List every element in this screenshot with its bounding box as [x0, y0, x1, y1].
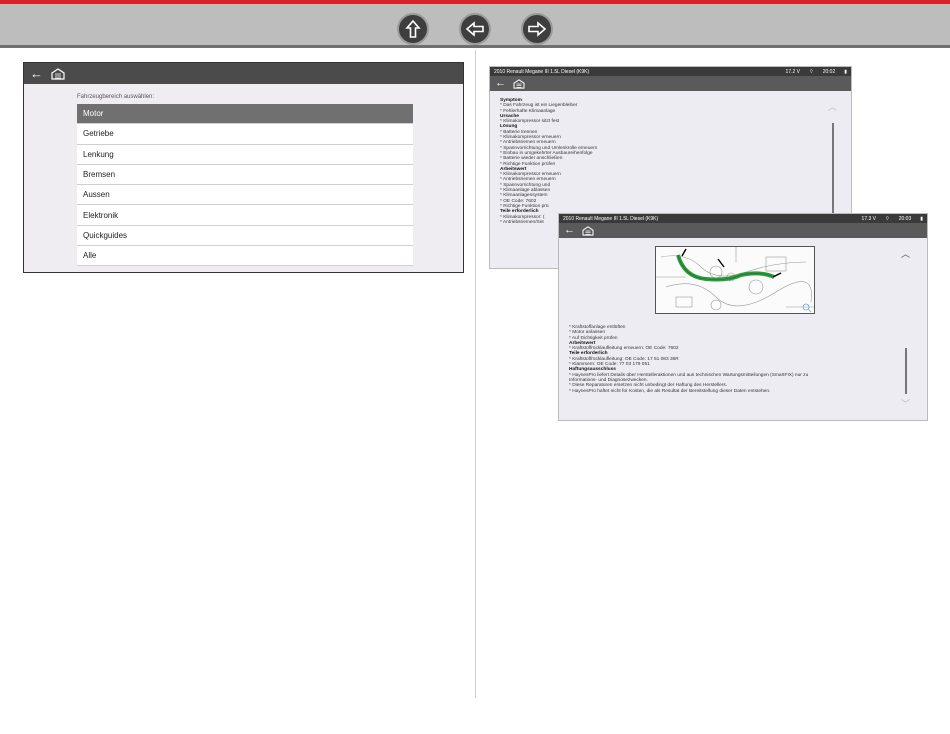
clock-readout: 20:02 — [822, 68, 836, 75]
wifi-icon: ⌔ — [885, 215, 890, 222]
repair-info-screen-front: 2010 Renault Megane III 1.5L Diesel (K9K… — [558, 213, 928, 421]
text-line: * HaynesPro haftet nicht für Kosten, die… — [569, 388, 771, 394]
battery-icon: ▮ — [920, 215, 923, 222]
battery-icon: ▮ — [844, 68, 847, 75]
app-bar: ← — [559, 223, 927, 238]
scroll-up-icon[interactable]: ︿ — [828, 100, 837, 113]
app-bar: ← — [490, 76, 851, 91]
status-bar: 2010 Renault Megane III 1.5L Diesel (K9K… — [490, 67, 851, 76]
status-bar: 2010 Renault Megane III 1.5L Diesel (K9K… — [559, 214, 927, 223]
menu-item-aussen[interactable]: Aussen — [77, 185, 413, 206]
menu-item-elektronik[interactable]: Elektronik — [77, 205, 413, 226]
menu-item-quickguides[interactable]: Quickguides — [77, 225, 413, 247]
back-arrow-icon[interactable]: ← — [564, 225, 575, 236]
menu-item-bremsen[interactable]: Bremsen — [77, 164, 413, 186]
arrow-up-icon — [405, 19, 421, 38]
menu-item-lenkung[interactable]: Lenkung — [77, 144, 413, 165]
vehicle-title: 2010 Renault Megane III 1.5L Diesel (K9K… — [563, 215, 659, 222]
vehicle-area-screen: ← Fahrzeugbereich auswählen: Motor Getrie… — [23, 62, 464, 273]
select-area-label: Fahrzeugbereich auswählen: — [77, 94, 155, 100]
back-arrow-icon[interactable]: ← — [30, 67, 43, 80]
arrow-right-icon — [528, 21, 547, 37]
garage-home-icon[interactable] — [513, 78, 525, 89]
top-toolbar — [0, 4, 950, 45]
wifi-icon: ⌔ — [809, 68, 814, 75]
scrollbar[interactable] — [832, 123, 834, 223]
repair-text: * Kraftstoffanlage entlüften * Motor anla… — [559, 318, 927, 401]
garage-home-icon[interactable] — [51, 67, 65, 80]
app-bar: ← — [24, 63, 463, 84]
back-button[interactable] — [459, 13, 491, 45]
toolbar-shadow — [0, 45, 950, 48]
clock-readout: 20:03 — [898, 215, 912, 222]
engine-diagram-image[interactable] — [655, 246, 815, 314]
scroll-up-icon[interactable]: ︿ — [901, 247, 910, 260]
up-button[interactable] — [397, 13, 429, 45]
menu-item-getriebe[interactable]: Getriebe — [77, 124, 413, 145]
voltage-readout: 17.3 V — [861, 215, 877, 222]
vehicle-title: 2010 Renault Megane III 1.5L Diesel (K9K… — [494, 68, 590, 75]
menu-item-alle[interactable]: Alle — [77, 246, 413, 267]
scrollbar[interactable] — [905, 348, 907, 394]
garage-home-icon[interactable] — [582, 225, 594, 236]
voltage-readout: 17.2 V — [785, 68, 801, 75]
page-divider — [475, 50, 476, 698]
menu-item-motor[interactable]: Motor — [77, 104, 413, 125]
vehicle-area-menu: Motor Getriebe Lenkung Bremsen Aussen Elektro… — [77, 104, 413, 267]
repair-text: Symptom * Das Fahrzeug ist ein Liegenblei… — [490, 91, 851, 232]
scroll-down-icon[interactable]: ﹀ — [901, 397, 910, 410]
back-arrow-icon[interactable]: ← — [495, 78, 506, 89]
forward-button[interactable] — [521, 13, 553, 45]
arrow-left-icon — [465, 21, 484, 37]
